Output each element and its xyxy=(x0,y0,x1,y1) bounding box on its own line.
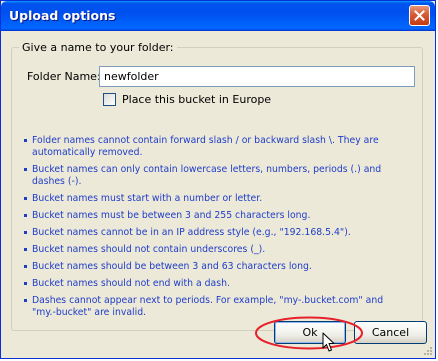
dialog-body: Give a name to your folder: Folder Name:… xyxy=(4,31,432,356)
europe-checkbox-label[interactable]: Place this bucket in Europe xyxy=(122,93,271,106)
ok-button[interactable]: Ok xyxy=(274,321,346,344)
dialog-title: Upload options xyxy=(9,8,116,23)
rule-item: Bucket names should not contain undersco… xyxy=(24,244,396,256)
europe-checkbox-row[interactable]: Place this bucket in Europe xyxy=(103,93,271,106)
rule-item: Dashes cannot appear next to periods. Fo… xyxy=(24,295,396,319)
folder-name-input[interactable] xyxy=(99,66,415,87)
rule-item: Bucket names can only contain lowercase … xyxy=(24,164,396,188)
naming-rules-list: Folder names cannot contain forward slas… xyxy=(24,135,396,324)
rule-item: Bucket names cannot be in an IP address … xyxy=(24,227,396,239)
cancel-button[interactable]: Cancel xyxy=(354,321,427,344)
rule-item: Bucket names should be between 3 and 63 … xyxy=(24,261,396,273)
rule-item: Bucket names must start with a number or… xyxy=(24,193,396,205)
folder-name-label: Folder Name: xyxy=(27,70,101,83)
rule-item: Folder names cannot contain forward slas… xyxy=(24,135,396,159)
folder-name-group: Give a name to your folder: Folder Name:… xyxy=(11,41,423,331)
rule-item: Bucket names must be between 3 and 255 c… xyxy=(24,210,396,222)
group-legend: Give a name to your folder: xyxy=(19,41,177,54)
close-button[interactable] xyxy=(409,5,430,26)
europe-checkbox[interactable] xyxy=(103,93,116,106)
resize-grip-icon[interactable] xyxy=(422,345,433,356)
close-icon xyxy=(414,10,425,21)
title-bar[interactable]: Upload options xyxy=(1,1,435,31)
rule-item: Bucket names should not end with a dash. xyxy=(24,278,396,290)
upload-options-dialog: Upload options Give a name to your folde… xyxy=(0,0,436,359)
